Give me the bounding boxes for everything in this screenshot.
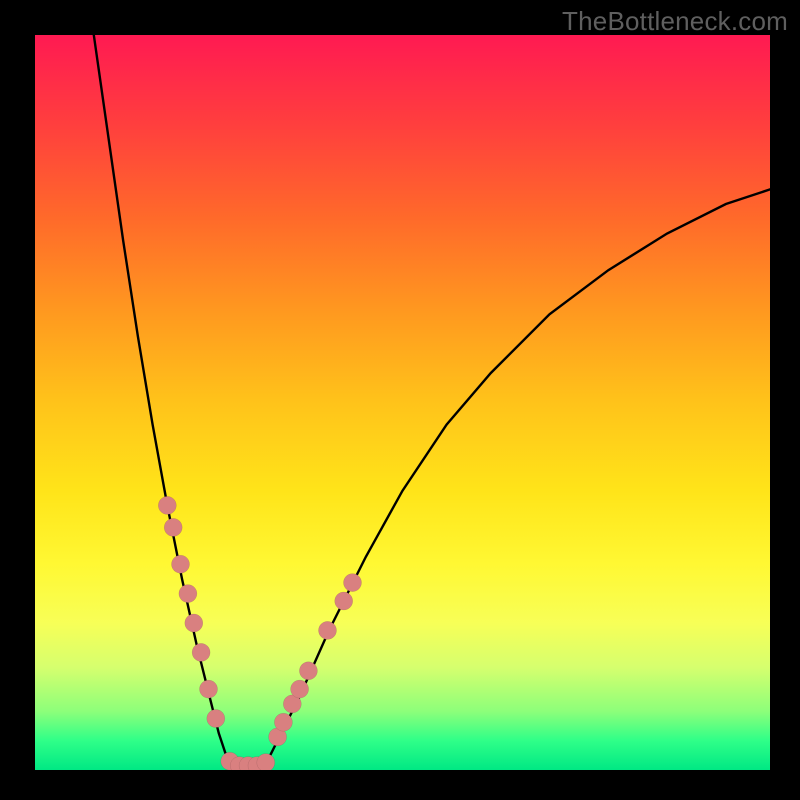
marker-dot <box>274 713 292 731</box>
marker-dot <box>257 754 275 770</box>
watermark-text: TheBottleneck.com <box>562 6 788 37</box>
curve-markers <box>158 496 361 770</box>
marker-dot <box>192 643 210 661</box>
bottleneck-curve <box>94 35 770 770</box>
marker-dot <box>164 518 182 536</box>
curve-layer <box>35 35 770 770</box>
marker-dot <box>291 680 309 698</box>
marker-dot <box>185 614 203 632</box>
marker-dot <box>179 585 197 603</box>
marker-dot <box>200 680 218 698</box>
marker-dot <box>335 592 353 610</box>
gradient-background <box>35 35 770 770</box>
marker-dot <box>299 662 317 680</box>
marker-dot <box>344 574 362 592</box>
marker-dot <box>158 496 176 514</box>
marker-dot <box>207 710 225 728</box>
marker-dot <box>319 621 337 639</box>
marker-dot <box>172 555 190 573</box>
chart-frame: TheBottleneck.com <box>0 0 800 800</box>
